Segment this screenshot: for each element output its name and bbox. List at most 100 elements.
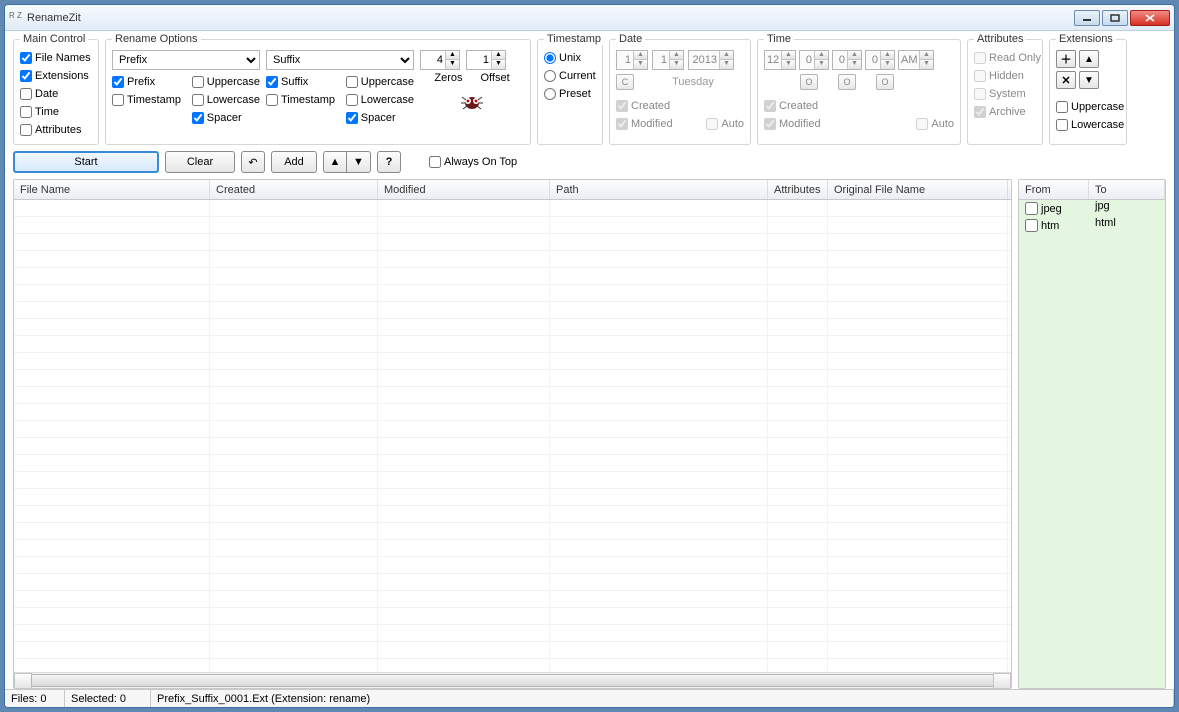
offset-spinner[interactable]: ▲▼ bbox=[466, 50, 506, 70]
main-control-time[interactable]: Time bbox=[20, 104, 92, 120]
table-row[interactable] bbox=[14, 251, 1011, 268]
table-row[interactable] bbox=[14, 591, 1011, 608]
timestamp-preset[interactable]: Preset bbox=[544, 86, 596, 102]
ext-row[interactable]: jpegjpg bbox=[1019, 200, 1165, 217]
date-month-spinner[interactable]: ▲▼ bbox=[616, 50, 648, 70]
prefix-case-spacer[interactable]: Spacer bbox=[192, 110, 260, 126]
date-created-check[interactable]: Created bbox=[616, 98, 744, 114]
main-control-date[interactable]: Date bbox=[20, 86, 92, 102]
extensions-grid[interactable]: From To jpegjpg htmhtml bbox=[1018, 179, 1166, 689]
col-modified[interactable]: Modified bbox=[378, 180, 550, 199]
prefix-prefix[interactable]: Prefix bbox=[112, 74, 186, 90]
start-button[interactable]: Start bbox=[13, 151, 159, 173]
undo-button[interactable]: ↶ bbox=[241, 151, 265, 173]
table-row[interactable] bbox=[14, 200, 1011, 217]
zeros-spinner[interactable]: ▲▼ bbox=[420, 50, 460, 70]
table-row[interactable] bbox=[14, 336, 1011, 353]
move-down-button[interactable]: ▼ bbox=[347, 151, 371, 173]
attr-archive[interactable]: Archive bbox=[974, 104, 1036, 120]
table-row[interactable] bbox=[14, 489, 1011, 506]
table-row[interactable] bbox=[14, 404, 1011, 421]
prefix-timestamp[interactable]: Timestamp bbox=[112, 92, 186, 108]
table-row[interactable] bbox=[14, 659, 1011, 672]
table-row[interactable] bbox=[14, 421, 1011, 438]
time-s-spinner[interactable]: ▲▼ bbox=[832, 50, 862, 70]
date-year-spinner[interactable]: ▲▼ bbox=[688, 50, 734, 70]
table-row[interactable] bbox=[14, 217, 1011, 234]
col-path[interactable]: Path bbox=[550, 180, 768, 199]
close-button[interactable] bbox=[1130, 10, 1170, 26]
ext-col-from[interactable]: From bbox=[1019, 180, 1089, 199]
table-row[interactable] bbox=[14, 523, 1011, 540]
ext-col-to[interactable]: To bbox=[1089, 180, 1165, 199]
prefix-case-lowercase[interactable]: Lowercase bbox=[192, 92, 260, 108]
suffix-case-spacer[interactable]: Spacer bbox=[346, 110, 414, 126]
date-auto-check[interactable]: Auto bbox=[706, 116, 744, 132]
table-row[interactable] bbox=[14, 438, 1011, 455]
time-ms-spinner[interactable]: ▲▼ bbox=[865, 50, 895, 70]
table-row[interactable] bbox=[14, 506, 1011, 523]
ext-remove-button[interactable]: ✕ bbox=[1056, 71, 1076, 89]
timestamp-unix[interactable]: Unix bbox=[544, 50, 596, 66]
time-created-check[interactable]: Created bbox=[764, 98, 954, 114]
table-row[interactable] bbox=[14, 387, 1011, 404]
time-ampm-spinner[interactable]: ▲▼ bbox=[898, 50, 934, 70]
date-c-button[interactable]: C bbox=[616, 74, 634, 90]
table-row[interactable] bbox=[14, 302, 1011, 319]
suffix-timestamp[interactable]: Timestamp bbox=[266, 92, 340, 108]
main-control-file-names[interactable]: File Names bbox=[20, 50, 92, 66]
attr-hidden[interactable]: Hidden bbox=[974, 68, 1036, 84]
clear-button[interactable]: Clear bbox=[165, 151, 235, 173]
minimize-button[interactable] bbox=[1074, 10, 1100, 26]
table-row[interactable] bbox=[14, 472, 1011, 489]
col-original-file-name[interactable]: Original File Name bbox=[828, 180, 1008, 199]
table-row[interactable] bbox=[14, 285, 1011, 302]
table-row[interactable] bbox=[14, 608, 1011, 625]
always-on-top-check[interactable]: Always On Top bbox=[429, 154, 517, 170]
ext-uppercase-check[interactable]: Uppercase bbox=[1056, 99, 1120, 115]
time-m-spinner[interactable]: ▲▼ bbox=[799, 50, 829, 70]
ext-lowercase-check[interactable]: Lowercase bbox=[1056, 117, 1120, 133]
table-row[interactable] bbox=[14, 268, 1011, 285]
help-button[interactable]: ? bbox=[377, 151, 401, 173]
table-row[interactable] bbox=[14, 557, 1011, 574]
horizontal-scrollbar[interactable] bbox=[14, 672, 1011, 688]
prefix-combo[interactable]: Prefix bbox=[112, 50, 260, 70]
table-row[interactable] bbox=[14, 625, 1011, 642]
table-row[interactable] bbox=[14, 455, 1011, 472]
table-row[interactable] bbox=[14, 353, 1011, 370]
prefix-case-uppercase[interactable]: Uppercase bbox=[192, 74, 260, 90]
ext-row[interactable]: htmhtml bbox=[1019, 217, 1165, 234]
col-file-name[interactable]: File Name bbox=[14, 180, 210, 199]
ext-add-button[interactable]: ＋ bbox=[1056, 50, 1076, 68]
table-row[interactable] bbox=[14, 642, 1011, 659]
maximize-button[interactable] bbox=[1102, 10, 1128, 26]
time-auto-check[interactable]: Auto bbox=[916, 116, 954, 132]
table-row[interactable] bbox=[14, 370, 1011, 387]
table-row[interactable] bbox=[14, 319, 1011, 336]
time-modified-check[interactable]: Modified bbox=[764, 116, 821, 132]
main-control-extensions[interactable]: Extensions bbox=[20, 68, 92, 84]
time-o3-button[interactable]: O bbox=[876, 74, 894, 90]
attr-system[interactable]: System bbox=[974, 86, 1036, 102]
suffix-case-lowercase[interactable]: Lowercase bbox=[346, 92, 414, 108]
add-button[interactable]: Add bbox=[271, 151, 317, 173]
suffix-case-uppercase[interactable]: Uppercase bbox=[346, 74, 414, 90]
titlebar[interactable]: R Z RenameZit bbox=[5, 5, 1174, 31]
date-day-spinner[interactable]: ▲▼ bbox=[652, 50, 684, 70]
ext-down-button[interactable]: ▼ bbox=[1079, 71, 1099, 89]
attr-read-only[interactable]: Read Only bbox=[974, 50, 1036, 66]
table-row[interactable] bbox=[14, 574, 1011, 591]
col-created[interactable]: Created bbox=[210, 180, 378, 199]
main-control-attributes[interactable]: Attributes bbox=[20, 122, 92, 138]
time-o1-button[interactable]: O bbox=[800, 74, 818, 90]
time-o2-button[interactable]: O bbox=[838, 74, 856, 90]
suffix-suffix[interactable]: Suffix bbox=[266, 74, 340, 90]
file-grid[interactable]: File NameCreatedModifiedPathAttributesOr… bbox=[13, 179, 1012, 689]
table-row[interactable] bbox=[14, 234, 1011, 251]
suffix-combo[interactable]: Suffix bbox=[266, 50, 414, 70]
timestamp-current[interactable]: Current bbox=[544, 68, 596, 84]
date-modified-check[interactable]: Modified bbox=[616, 116, 673, 132]
ext-up-button[interactable]: ▲ bbox=[1079, 50, 1099, 68]
col-attributes[interactable]: Attributes bbox=[768, 180, 828, 199]
